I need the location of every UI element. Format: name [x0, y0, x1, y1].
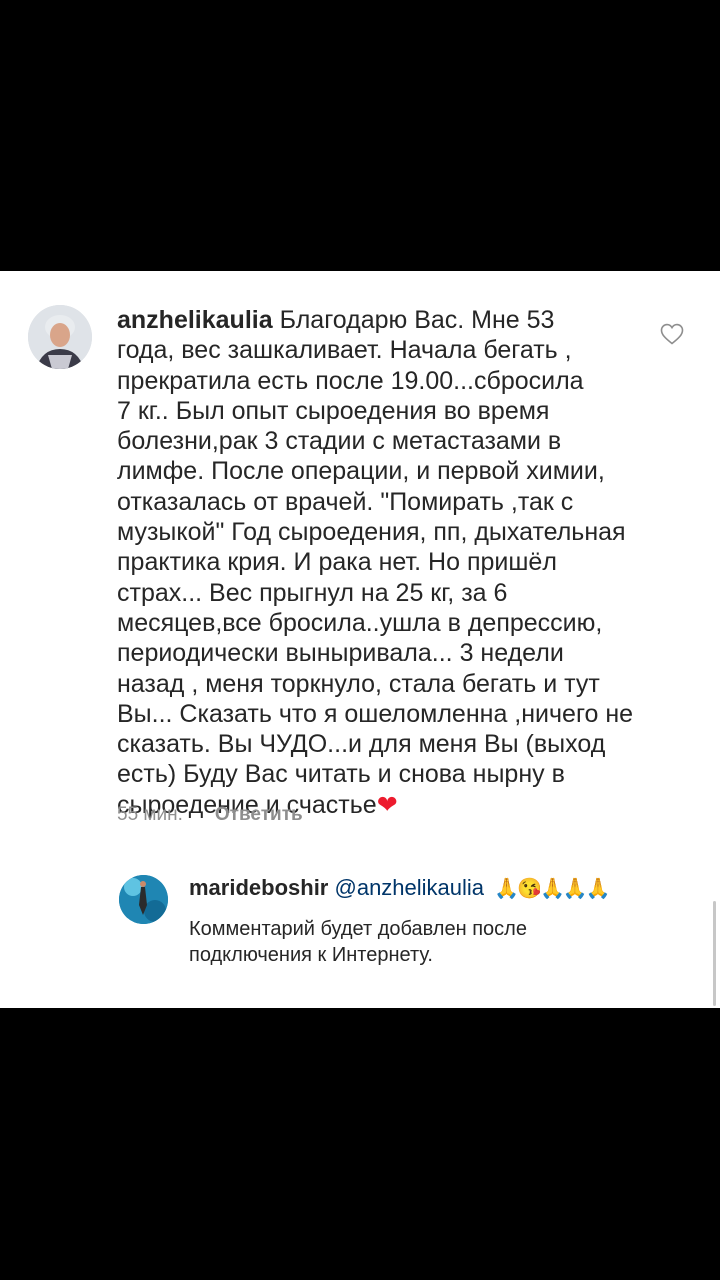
comment-body: anzhelikaulia Благодарю Вас. Мне 53 года…	[117, 305, 647, 820]
pending-upload-note: Комментарий будет добавлен после подключ…	[189, 918, 527, 966]
avatar-photo	[119, 875, 168, 924]
avatar-photo	[28, 305, 92, 369]
comment-meta: 55 мин. Ответить	[117, 804, 303, 826]
top-black-bar	[0, 0, 720, 271]
avatar-anzhelikaulia[interactable]	[28, 305, 92, 369]
reply-comment: marideboshir @anzhelikaulia 🙏😘🙏🙏🙏	[189, 875, 689, 902]
bottom-black-bar	[0, 1008, 720, 1280]
reply-button[interactable]: Ответить	[215, 804, 303, 825]
screenshot-frame: anzhelikaulia Благодарю Вас. Мне 53 года…	[0, 0, 720, 1280]
reply-emojis: 🙏😘🙏🙏🙏	[494, 878, 611, 900]
heart-outline-icon[interactable]	[660, 323, 684, 345]
comments-card: anzhelikaulia Благодарю Вас. Мне 53 года…	[0, 271, 720, 1008]
comment-timestamp: 55 мин.	[117, 804, 183, 825]
reply-username[interactable]: marideboshir	[189, 875, 328, 900]
avatar-marideboshir[interactable]	[119, 875, 168, 924]
comment-username[interactable]: anzhelikaulia	[117, 306, 273, 334]
scrollbar[interactable]	[713, 901, 716, 1006]
reply-mention[interactable]: @anzhelikaulia	[335, 875, 485, 900]
comment-text: Благодарю Вас. Мне 53 года, вес зашкалив…	[117, 306, 634, 819]
red-heart-emoji: ❤	[376, 790, 398, 819]
